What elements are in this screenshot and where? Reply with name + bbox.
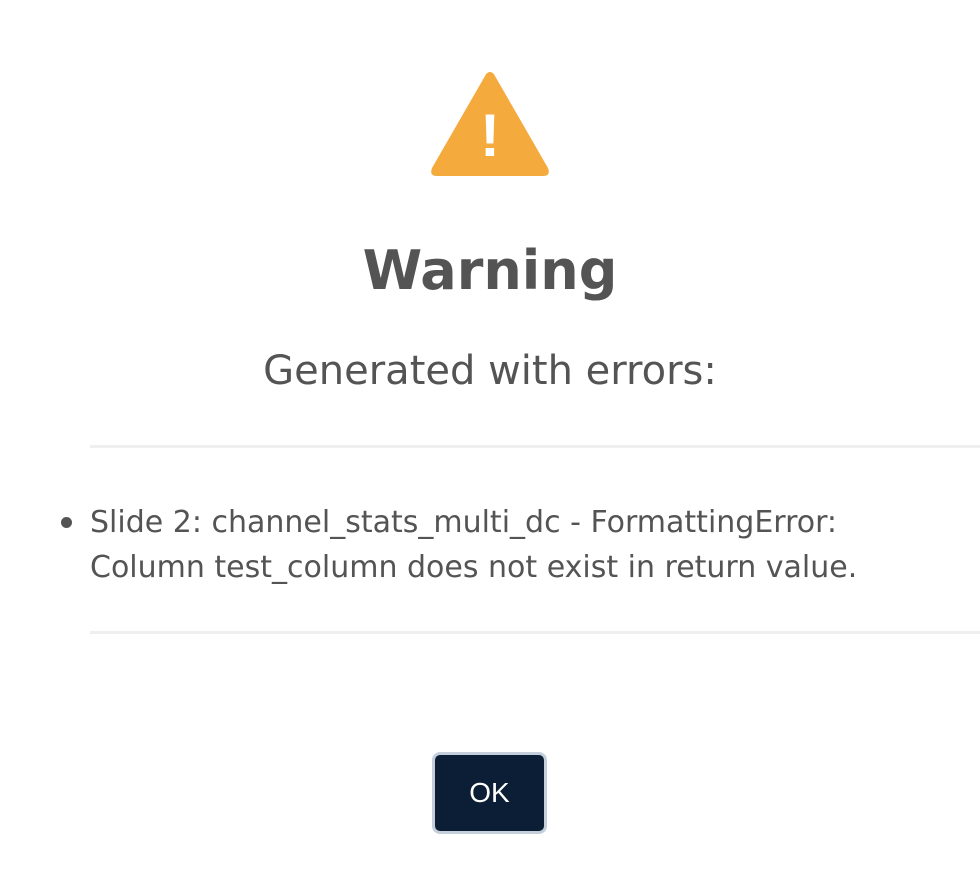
ok-button[interactable]: OK xyxy=(432,752,547,834)
warning-triangle-icon: ! xyxy=(427,68,553,180)
dialog-subtitle: Generated with errors: xyxy=(263,348,717,394)
bullet-icon xyxy=(61,517,72,528)
error-item: Slide 2: channel_stats_multi_dc - Format… xyxy=(61,500,930,590)
warning-dialog: ! Warning Generated with errors: Slide 2… xyxy=(0,0,980,884)
divider-top xyxy=(90,445,980,448)
warning-exclamation: ! xyxy=(480,102,500,169)
divider-bottom xyxy=(90,631,980,634)
error-message: Slide 2: channel_stats_multi_dc - Format… xyxy=(90,505,858,585)
dialog-title: Warning xyxy=(362,239,618,302)
error-list: Slide 2: channel_stats_multi_dc - Format… xyxy=(61,500,930,590)
